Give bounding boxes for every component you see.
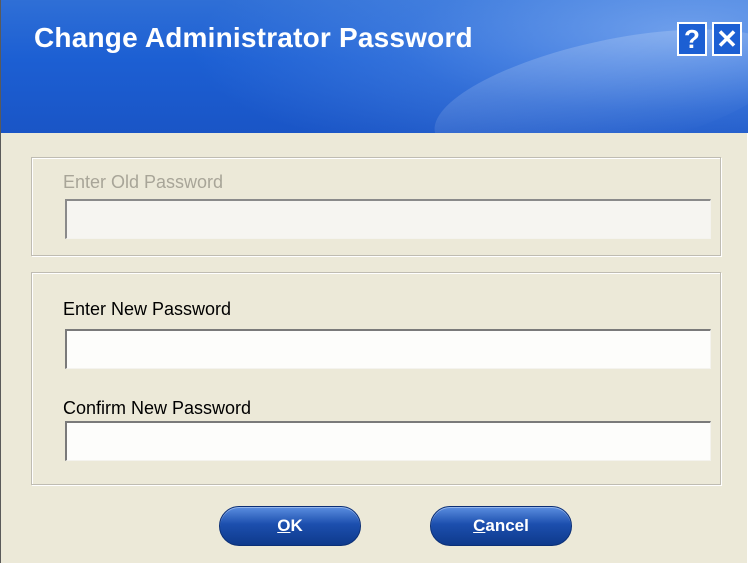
new-password-field[interactable] bbox=[65, 329, 711, 369]
confirm-password-label: Confirm New Password bbox=[63, 398, 252, 418]
ok-label-rest: K bbox=[290, 516, 303, 535]
ok-button[interactable]: OK bbox=[219, 506, 361, 546]
new-password-group: Enter New Password Confirm New Password bbox=[31, 272, 721, 485]
title-bar[interactable]: Change Administrator Password ? ✕ bbox=[1, 0, 748, 133]
cancel-mnemonic: C bbox=[473, 516, 486, 535]
ok-mnemonic: O bbox=[277, 516, 291, 535]
dialog-title: Change Administrator Password bbox=[34, 22, 473, 53]
close-button[interactable]: ✕ bbox=[712, 22, 742, 56]
close-icon: ✕ bbox=[716, 23, 738, 54]
old-password-label: Enter Old Password bbox=[63, 172, 224, 192]
old-password-field[interactable] bbox=[65, 199, 711, 239]
cancel-button[interactable]: Cancel bbox=[430, 506, 572, 546]
new-password-label: Enter New Password bbox=[63, 299, 232, 319]
confirm-password-field[interactable] bbox=[65, 421, 711, 461]
help-button[interactable]: ? bbox=[677, 22, 707, 56]
change-password-dialog: Change Administrator Password ? ✕ Enter … bbox=[0, 0, 748, 563]
help-icon: ? bbox=[684, 23, 700, 54]
old-password-group: Enter Old Password bbox=[31, 157, 721, 256]
cancel-label-rest: ancel bbox=[485, 516, 529, 535]
